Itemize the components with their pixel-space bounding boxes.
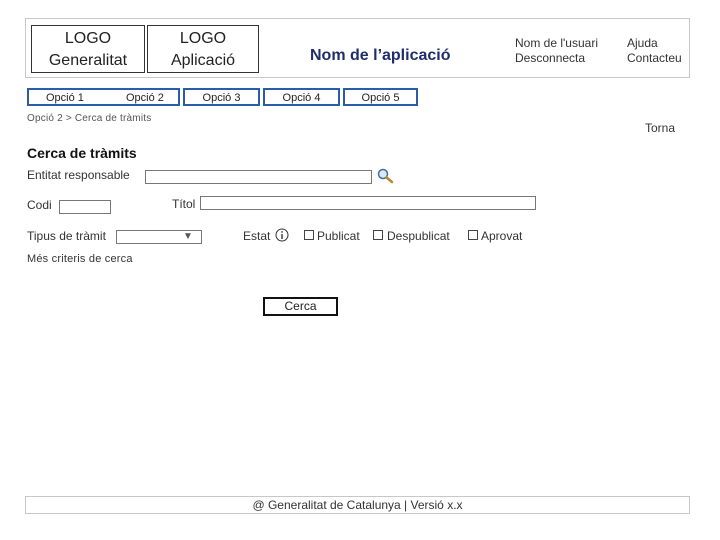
user-name-link[interactable]: Nom de l'usuari [515,35,598,51]
nav-item-opcio-2[interactable]: Opció 2 [126,91,164,105]
footer: @ Generalitat de Catalunya | Versió x.x [25,496,690,514]
nav-tab-group-1-2: Opció 1 Opció 2 [27,88,180,106]
entitat-label: Entitat responsable [27,168,130,182]
checkbox-publicat[interactable] [304,230,314,240]
more-criteria-link[interactable]: Més criteris de cerca [27,253,133,265]
page-title: Cerca de tràmits [27,145,137,161]
logo-aplicacio-line2: Aplicació [170,52,236,69]
label-aprovat: Aprovat [481,229,523,243]
search-button[interactable]: Cerca [263,297,338,316]
titol-input[interactable] [200,196,536,210]
label-despublicat: Despublicat [387,229,450,243]
logo-aplicacio: LOGO Aplicació [147,25,259,73]
logout-link[interactable]: Desconnecta [515,50,585,66]
search-icon[interactable] [376,167,396,185]
tipus-label: Tipus de tràmit [27,229,106,243]
tipus-select[interactable]: ▼ [116,230,202,244]
codi-input[interactable] [59,200,111,214]
info-icon[interactable] [275,228,289,242]
nav-item-opcio-3[interactable]: Opció 3 [183,88,260,106]
label-publicat: Publicat [317,229,360,243]
breadcrumb[interactable]: Opció 2 > Cerca de tràmits [27,113,151,124]
logo-generalitat-line1: LOGO [64,30,112,47]
help-link[interactable]: Ajuda [627,35,658,51]
entitat-input[interactable] [145,170,372,184]
nav-item-opcio-1[interactable]: Opció 1 [46,91,84,105]
logo-aplicacio-line1: LOGO [179,30,227,47]
checkbox-despublicat[interactable] [373,230,383,240]
app-name: Nom de l’aplicació [310,47,451,64]
contact-link[interactable]: Contacteu [627,50,682,66]
estat-label: Estat [243,229,271,243]
codi-label: Codi [27,198,52,212]
nav-item-opcio-5[interactable]: Opció 5 [343,88,418,106]
chevron-down-icon[interactable]: ▼ [183,231,193,242]
titol-label: Títol [172,197,196,211]
checkbox-aprovat[interactable] [468,230,478,240]
back-link[interactable]: Torna [645,121,675,135]
logo-generalitat: LOGO Generalitat [31,25,145,73]
logo-generalitat-line2: Generalitat [48,52,128,69]
nav-item-opcio-4[interactable]: Opció 4 [263,88,340,106]
